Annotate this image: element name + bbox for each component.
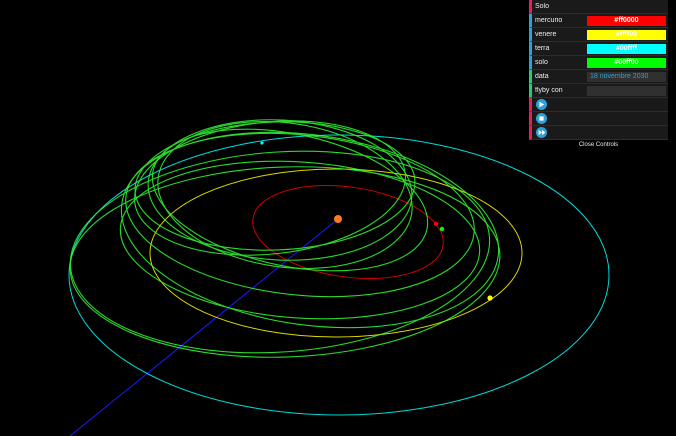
flyby-row: flyby con [529,84,668,98]
sun[interactable] [334,215,342,223]
color-row-venere: venere #ffff00 [529,28,668,42]
color-row-solo: solo #00ff00 [529,56,668,70]
fast-forward-icon[interactable] [536,127,547,138]
color-input-mercurio[interactable]: #ff0000 [587,15,666,26]
color-input-solo[interactable]: #00ff00 [587,57,666,68]
close-controls-button[interactable]: Close Controls [529,140,668,151]
folder-header[interactable]: Solo [529,0,668,14]
date-label: data [535,73,549,80]
color-label: terra [535,45,550,52]
flyby-input[interactable] [587,85,666,96]
color-row-mercurio: mercurio #ff0000 [529,14,668,28]
color-input-terra[interactable]: #00ffff [587,43,666,54]
planet-terra[interactable] [260,141,264,145]
color-label: mercurio [535,17,563,24]
folder-label: Solo [535,3,550,10]
probe-sonda[interactable] [439,226,445,232]
fast-forward-row[interactable] [529,126,668,140]
stop-row[interactable] [529,112,668,126]
color-label: solo [535,59,548,66]
play-row[interactable] [529,98,668,112]
color-row-terra: terra #00ffff [529,42,668,56]
date-row: data 18 novembre 2030 [529,70,668,84]
date-input[interactable]: 18 novembre 2030 [587,71,666,82]
orbit-sonda [69,119,501,358]
flyby-label: flyby con [535,87,563,94]
controls-panel: Solo mercurio #ff0000 venere #ffff00 ter… [529,0,668,151]
orbit-mercurio [252,184,444,280]
color-label: venere [535,31,557,38]
color-input-venere[interactable]: #ffff00 [587,29,666,40]
planet-mercurio[interactable] [433,221,439,227]
stop-icon[interactable] [536,113,547,124]
planet-venere[interactable] [487,295,493,301]
play-icon[interactable] [536,99,547,110]
